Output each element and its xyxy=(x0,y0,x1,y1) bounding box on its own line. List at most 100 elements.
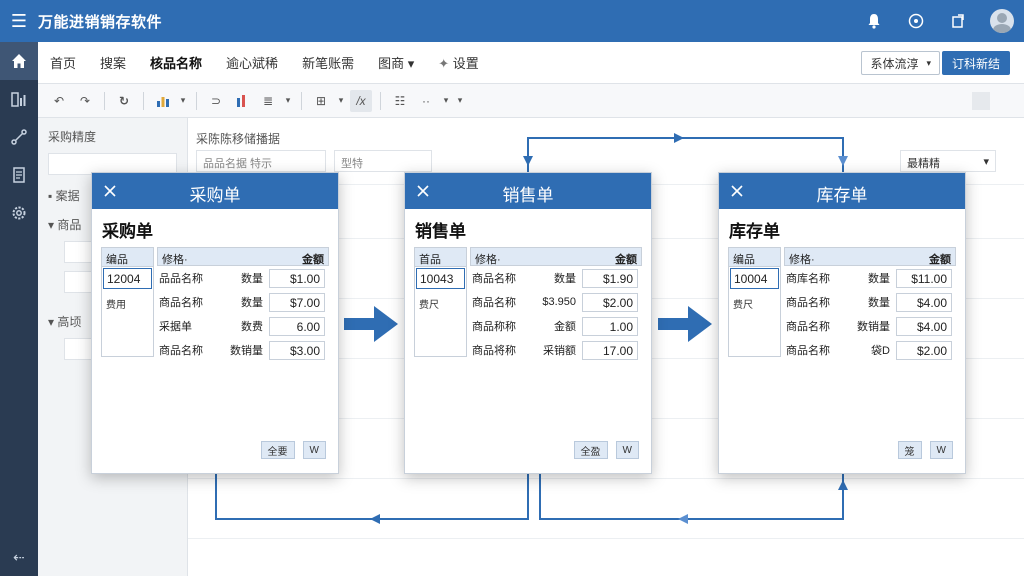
more-icon[interactable]: ·· xyxy=(415,90,437,112)
workspace-select-right[interactable]: 最精精 ▾ xyxy=(900,150,996,172)
layers-icon[interactable]: ≣ xyxy=(257,90,279,112)
dialog-title: 采购单 xyxy=(189,186,241,205)
toolbar-divider xyxy=(301,91,302,110)
order-id-field[interactable]: 10004 xyxy=(730,268,779,289)
row-amount-field[interactable]: 17.00 xyxy=(582,340,638,360)
table-row: 商品称称 金额 1.00 xyxy=(470,314,642,338)
user-avatar[interactable] xyxy=(990,9,1014,33)
dialog-subtitle: 采购单 xyxy=(102,222,153,241)
chart-icon[interactable] xyxy=(152,90,174,112)
inventory-dialog[interactable]: 库存单 库存单 编品 10004 费尺 修格· 金额 商库名称 数量 $11.00 商… xyxy=(718,172,966,474)
align-icon[interactable]: ☷ xyxy=(389,90,411,112)
dialog-confirm-button[interactable]: 全要 xyxy=(260,441,295,459)
dialog-id-panel: 首品 10043 费尺 xyxy=(414,247,467,357)
route-icon xyxy=(11,129,27,145)
menu-bar: 首页 搜案 核品名称 逾心斌稀 新笔账需 图商 ▾ ✦ 设置 系体流淳 ▾ 订科新… xyxy=(38,42,1024,84)
order-id-field[interactable]: 10043 xyxy=(416,268,465,289)
chevron-down-icon[interactable]: ▾ xyxy=(441,90,451,112)
menu-item-settings[interactable]: ✦ 设置 xyxy=(426,53,491,72)
link-icon[interactable]: ⊃ xyxy=(205,90,227,112)
primary-action-button[interactable]: 订科新结 xyxy=(941,51,1010,75)
row-amount-field[interactable]: 6.00 xyxy=(269,316,325,336)
table-row: 商品名称 $3.950 $2.00 xyxy=(470,290,642,314)
row-amount-field[interactable]: $1.90 xyxy=(582,268,638,288)
row-amount-field[interactable]: $2.00 xyxy=(896,340,952,360)
system-flow-select[interactable]: 系体流淳 ▾ xyxy=(861,51,940,75)
sales-order-dialog[interactable]: 销售单 销售单 首品 10043 费尺 修格· 金额 商品名称 数量 $1.90 商品… xyxy=(404,172,652,474)
bell-icon[interactable] xyxy=(864,11,884,31)
row-qty: 数量 xyxy=(241,297,263,309)
workspace-gridline xyxy=(188,478,1024,479)
id-note: 费尺 xyxy=(733,300,753,311)
row-amount-field[interactable]: 1.00 xyxy=(582,316,638,336)
nav-reports[interactable] xyxy=(0,80,38,118)
menu-item-5[interactable]: 新笔账需 xyxy=(290,53,366,72)
table-row: 采据单 数费 6.00 xyxy=(157,314,329,338)
row-amount-field[interactable]: $11.00 xyxy=(896,268,952,288)
table-icon[interactable]: ⊞ xyxy=(310,90,332,112)
row-name: 商品名称 xyxy=(472,297,516,309)
dialog-secondary-button[interactable]: W xyxy=(302,441,326,459)
help-icon[interactable] xyxy=(906,11,926,31)
row-qty: 采销额 xyxy=(543,345,576,357)
formula-icon[interactable]: /x xyxy=(350,89,372,112)
export-icon[interactable] xyxy=(948,11,968,31)
chevron-down-icon[interactable]: ▾ xyxy=(178,90,188,112)
dialog-header: 销售单 xyxy=(405,173,651,209)
nav-documents[interactable] xyxy=(0,156,38,194)
row-amount-field[interactable]: $3.00 xyxy=(269,340,325,360)
chevron-down-icon[interactable]: ▾ xyxy=(336,90,346,112)
chevron-down-icon[interactable]: ▾ xyxy=(283,90,293,112)
home-icon xyxy=(12,54,26,68)
bar-chart-icon[interactable] xyxy=(231,90,253,112)
table-row: 商品名称 数销量 $4.00 xyxy=(784,314,956,338)
dialog-header: 库存单 xyxy=(719,173,965,209)
toolbar-right-box[interactable] xyxy=(972,92,990,110)
row-amount-field[interactable]: $1.00 xyxy=(269,268,325,288)
row-amount-field[interactable]: $4.00 xyxy=(896,316,952,336)
row-qty: 数销量 xyxy=(230,345,263,357)
dialog-secondary-button[interactable]: W xyxy=(929,441,953,459)
menu-item-home[interactable]: 首页 xyxy=(38,53,88,72)
workspace-select[interactable]: 型特 xyxy=(334,150,432,172)
menu-item-product-name[interactable]: 核品名称 xyxy=(138,53,214,72)
row-amount-field[interactable]: $7.00 xyxy=(269,292,325,312)
menu-item-search[interactable]: 搜案 xyxy=(88,53,138,72)
nav-settings[interactable] xyxy=(0,194,38,232)
purchase-order-dialog[interactable]: 采购单 采购单 编品 12004 费用 修格· 金额 品品名称 数量 $1.00 商品… xyxy=(91,172,339,474)
dialog-confirm-button[interactable]: 笼 xyxy=(897,441,922,459)
table-row: 商品名称 数量 $1.90 xyxy=(470,266,642,290)
table-row: 商品名称 数销量 $3.00 xyxy=(157,338,329,362)
collapse-nav-icon[interactable]: ⇠ xyxy=(0,549,38,566)
column-header: 金额 xyxy=(615,254,637,266)
workspace-gridline xyxy=(188,538,1024,539)
chevron-down-icon[interactable]: ▾ xyxy=(455,90,465,112)
undo-icon[interactable]: ↶ xyxy=(48,90,70,112)
hamburger-menu-icon[interactable]: ☰ xyxy=(0,11,38,32)
row-qty: 数量 xyxy=(868,297,890,309)
table-row: 商品名称 数量 $4.00 xyxy=(784,290,956,314)
dialog-title: 库存单 xyxy=(816,186,868,205)
row-amount-field[interactable]: $4.00 xyxy=(896,292,952,312)
dialog-confirm-button[interactable]: 全盈 xyxy=(573,441,608,459)
side-panel-title: 采购精度 xyxy=(48,130,97,144)
nav-flow[interactable] xyxy=(0,118,38,156)
redo-icon[interactable]: ↷ xyxy=(74,90,96,112)
menu-item-4[interactable]: 逾心斌稀 xyxy=(214,53,290,72)
nav-home[interactable] xyxy=(0,42,38,80)
refresh-icon[interactable]: ↻ xyxy=(113,90,135,112)
row-name: 商库名称 xyxy=(786,273,830,285)
row-qty: 数量 xyxy=(241,273,263,285)
id-note: 费尺 xyxy=(419,300,439,311)
workspace-select[interactable]: 品品名据 特示 xyxy=(196,150,326,172)
table-row: 商品将称 采销额 17.00 xyxy=(470,338,642,362)
dialog-secondary-button[interactable]: W xyxy=(615,441,639,459)
gear-icon xyxy=(12,206,26,220)
order-id-field[interactable]: 12004 xyxy=(103,268,152,289)
table-row: 商库名称 数量 $11.00 xyxy=(784,266,956,290)
row-amount-field[interactable]: $2.00 xyxy=(582,292,638,312)
menu-item-6[interactable]: 图商 ▾ xyxy=(366,53,426,72)
row-name: 采据单 xyxy=(159,321,192,333)
row-qty: 数量 xyxy=(554,273,576,285)
dialog-table: 修格· 金额 品品名称 数量 $1.00 商品名称 数量 $7.00 采据单 数费 6.00 … xyxy=(157,247,329,362)
